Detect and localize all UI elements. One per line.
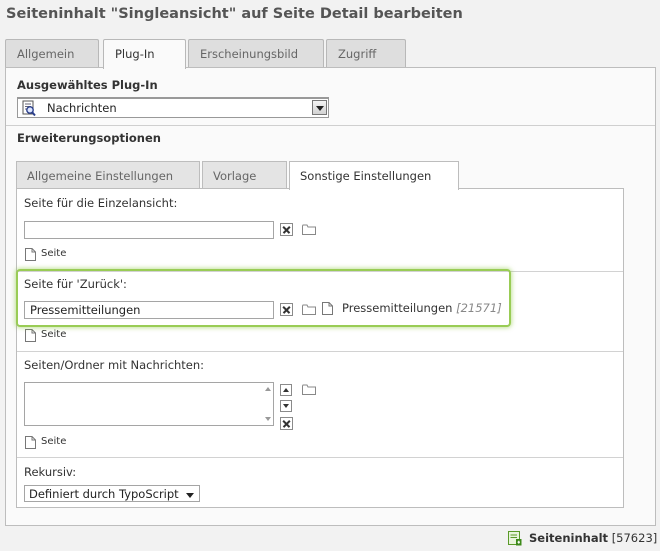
tab-label: Sonstige Einstellungen	[300, 169, 432, 183]
plugin-section-label: Ausgewähltes Plug-In	[17, 78, 158, 92]
tab-allgemeine-einstellungen[interactable]: Allgemeine Einstellungen	[16, 161, 200, 188]
plugin-select-value: Nachrichten	[47, 101, 117, 115]
page-icon	[25, 329, 36, 342]
single-view-input[interactable]	[24, 221, 274, 239]
tab-label: Zugriff	[338, 47, 377, 61]
divider	[17, 271, 623, 272]
tab-label: Plug-In	[115, 47, 155, 61]
move-down-button[interactable]	[280, 400, 292, 412]
scroll-down-icon[interactable]	[265, 417, 271, 421]
page-title: Seiteninhalt "Singleansicht" auf Seite D…	[6, 6, 463, 22]
page-icon	[322, 302, 333, 315]
tab-vorlage[interactable]: Vorlage	[202, 161, 287, 188]
tab-label: Allgemein	[17, 47, 75, 61]
folder-icon[interactable]	[302, 304, 316, 315]
tab-label: Vorlage	[213, 169, 257, 183]
extension-options-label: Erweiterungsoptionen	[17, 131, 161, 145]
back-page-label: Seite für 'Zurück':	[24, 277, 127, 291]
folder-icon[interactable]	[302, 384, 316, 395]
record-title: Pressemitteilungen	[342, 301, 453, 315]
selected-record: Pressemitteilungen [21571]	[342, 301, 502, 315]
tab-label: Erscheinungsbild	[200, 47, 299, 61]
divider	[17, 457, 623, 458]
page-link[interactable]: Seite	[41, 329, 66, 340]
record-footer: Seiteninhalt [57623]	[508, 530, 657, 548]
plugin-panel: Ausgewähltes Plug-In Nachrichten Erweite…	[5, 67, 656, 526]
tab-erscheinungsbild[interactable]: Erscheinungsbild	[188, 39, 324, 67]
page-icon	[25, 436, 36, 449]
footer-title: Seiteninhalt	[529, 531, 609, 545]
tab-label: Allgemeine Einstellungen	[27, 169, 174, 183]
page-link[interactable]: Seite	[41, 248, 66, 259]
single-view-label: Seite für die Einzelansicht:	[24, 196, 178, 210]
recursive-select[interactable]: Definiert durch TypoScript	[24, 485, 200, 502]
clear-button[interactable]	[280, 303, 293, 316]
record-id: [21571]	[456, 301, 502, 315]
news-folders-list[interactable]	[24, 382, 274, 426]
news-plugin-icon	[22, 100, 36, 117]
tab-allgemein[interactable]: Allgemein	[5, 39, 99, 67]
remove-button[interactable]	[280, 417, 293, 430]
chevron-down-icon	[186, 493, 194, 498]
page-link[interactable]: Seite	[41, 436, 66, 447]
footer-label: Seiteninhalt [57623]	[529, 531, 657, 545]
move-up-button[interactable]	[280, 384, 292, 396]
tab-plug-in[interactable]: Plug-In	[103, 39, 186, 69]
back-page-input[interactable]: Pressemitteilungen	[24, 301, 274, 319]
chevron-down-icon[interactable]	[312, 100, 327, 115]
clear-button[interactable]	[280, 223, 293, 236]
plugin-select[interactable]: Nachrichten	[17, 97, 329, 118]
content-element-icon	[508, 531, 522, 546]
tab-sonstige-einstellungen[interactable]: Sonstige Einstellungen	[289, 161, 459, 190]
scroll-up-icon[interactable]	[265, 387, 271, 391]
news-folders-label: Seiten/Ordner mit Nachrichten:	[24, 358, 205, 372]
page-icon	[25, 248, 36, 261]
recursive-select-value: Definiert durch TypoScript	[29, 487, 179, 501]
divider	[6, 125, 655, 126]
recursive-label: Rekursiv:	[24, 465, 77, 479]
tab-zugriff[interactable]: Zugriff	[326, 39, 406, 67]
folder-icon[interactable]	[302, 224, 316, 235]
divider	[17, 351, 623, 352]
sonstige-einstellungen-panel: Seite für die Einzelansicht: Seite Seite…	[16, 188, 624, 508]
footer-id: [57623]	[611, 531, 658, 545]
